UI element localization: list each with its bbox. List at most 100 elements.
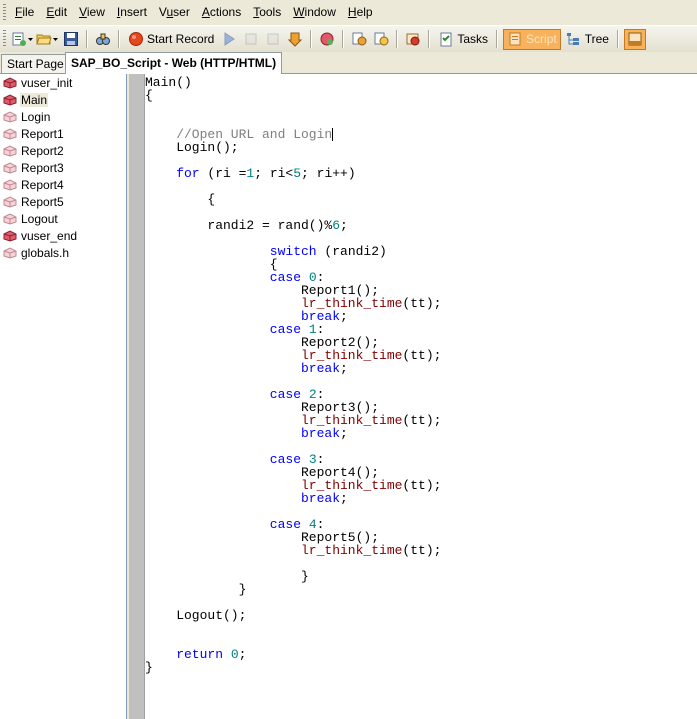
tasks-button[interactable]: Tasks — [435, 29, 491, 49]
runtime-settings-button[interactable] — [403, 29, 423, 49]
action-icon — [3, 128, 17, 140]
code-editor[interactable]: Main(){//Open URL and Login Login(); for (… — [145, 74, 697, 719]
code-line: break; — [301, 492, 348, 505]
menu-vuser[interactable]: Vuser — [153, 0, 196, 25]
tree-item-label: Report5 — [21, 195, 64, 209]
menu-tools[interactable]: Tools — [247, 0, 287, 25]
action-icon — [3, 247, 17, 259]
tree-item-main[interactable]: Main — [3, 92, 49, 108]
code-line: break; — [301, 362, 348, 375]
code-token: (ri = — [199, 166, 247, 181]
breakpoint-button[interactable] — [349, 29, 369, 49]
code-line: } — [145, 661, 153, 674]
toolbar-grip[interactable] — [3, 30, 6, 48]
special-action-icon — [3, 77, 17, 89]
menu-accelerator-key: H — [347, 5, 357, 19]
new-script-button[interactable] — [11, 29, 34, 49]
tree-item-label: Report4 — [21, 178, 64, 192]
code-token: case — [269, 517, 302, 532]
step-button[interactable] — [285, 29, 305, 49]
stop-button[interactable] — [263, 29, 283, 49]
code-token: break — [301, 361, 341, 376]
code-token: break — [301, 491, 341, 506]
tree-item-label: globals.h — [21, 246, 70, 260]
pause-button[interactable] — [241, 29, 261, 49]
stop-icon — [267, 33, 279, 45]
script-view-button[interactable]: Script — [503, 28, 561, 50]
code-token: return — [176, 647, 223, 662]
tree-item-globals-h[interactable]: globals.h — [3, 245, 70, 261]
tree-item-label: Logout — [21, 212, 58, 226]
action-icon — [3, 213, 17, 225]
output-window-button[interactable] — [623, 28, 646, 50]
code-line: lr_think_time(tt); — [301, 544, 441, 557]
menu-edit[interactable]: Edit — [40, 0, 73, 25]
tree-item-label: Report2 — [21, 144, 64, 158]
editor-gutter — [129, 74, 145, 719]
code-line: Logout(); — [176, 609, 246, 622]
code-token: 0 — [230, 647, 239, 662]
open-dropdown-icon[interactable] — [52, 31, 59, 47]
tree-item-label: vuser_end — [21, 229, 78, 243]
code-token: ; ri++) — [301, 166, 356, 181]
code-token: (tt); — [402, 478, 442, 493]
menu-bar-grip[interactable] — [3, 4, 6, 21]
menu-help[interactable]: Help — [342, 0, 379, 25]
tree-item-vuser-end[interactable]: vuser_end — [3, 228, 78, 244]
run-button[interactable] — [219, 29, 239, 49]
tree-item-logout[interactable]: Logout — [3, 211, 59, 227]
save-button[interactable] — [61, 29, 81, 49]
menu-accelerator-key: A — [201, 5, 210, 19]
tree-item-report5[interactable]: Report5 — [3, 194, 65, 210]
pause-icon — [245, 33, 257, 45]
menu-label-rest: ools — [259, 5, 282, 19]
open-script-button[interactable] — [36, 29, 59, 49]
menu-label-rest: iew — [86, 5, 105, 19]
menu-view[interactable]: View — [73, 0, 111, 25]
code-line: return 0; — [176, 648, 246, 661]
code-line: { — [145, 89, 153, 102]
play-icon — [224, 32, 236, 46]
code-line: break; — [301, 427, 348, 440]
code-line: for (ri =1; ri<5; ri++) — [176, 167, 355, 180]
menu-label-rest: ser — [173, 5, 190, 19]
start-record-button[interactable]: Start Record — [125, 29, 217, 49]
code-token: { — [207, 192, 216, 207]
toolbar-separator — [118, 30, 120, 48]
new-script-icon — [12, 32, 26, 46]
code-token: (tt); — [402, 413, 442, 428]
tree-item-login[interactable]: Login — [3, 109, 51, 125]
code-token: lr_think_time — [301, 543, 403, 558]
menu-actions[interactable]: Actions — [196, 0, 247, 25]
tab-script[interactable]: SAP_BO_Script - Web (HTTP/HTML) — [65, 52, 283, 74]
code-token: } — [145, 660, 153, 675]
tree-item-report4[interactable]: Report4 — [3, 177, 65, 193]
menu-insert[interactable]: Insert — [111, 0, 153, 25]
menu-label-rest: ctions — [209, 5, 242, 19]
code-token: ; — [340, 218, 348, 233]
action-icon — [3, 162, 17, 174]
toolbar-separator — [496, 30, 499, 48]
menu-accelerator-key: V — [79, 5, 87, 19]
code-token: { — [145, 88, 153, 103]
add-step-button[interactable] — [317, 29, 337, 49]
tree-item-vuser-init[interactable]: vuser_init — [3, 75, 73, 91]
tab-start-page[interactable]: Start Page — [1, 54, 70, 73]
menu-file[interactable]: File — [9, 0, 40, 25]
tree-view-button[interactable]: Tree — [563, 29, 612, 49]
tree-item-report2[interactable]: Report2 — [3, 143, 65, 159]
bookmark-button[interactable] — [371, 29, 391, 49]
find-button[interactable] — [93, 29, 113, 49]
code-token: (tt); — [402, 296, 442, 311]
toolbar-separator — [342, 30, 345, 48]
tree-item-report1[interactable]: Report1 — [3, 126, 65, 142]
action-icon — [3, 111, 17, 123]
special-action-icon — [3, 230, 17, 242]
tree-item-report3[interactable]: Report3 — [3, 160, 65, 176]
menu-window[interactable]: Window — [287, 0, 342, 25]
code-token: for — [176, 166, 200, 181]
code-token: Logout(); — [176, 608, 247, 623]
toolbar-separator — [86, 30, 88, 48]
new-dropdown-icon[interactable] — [27, 31, 34, 47]
